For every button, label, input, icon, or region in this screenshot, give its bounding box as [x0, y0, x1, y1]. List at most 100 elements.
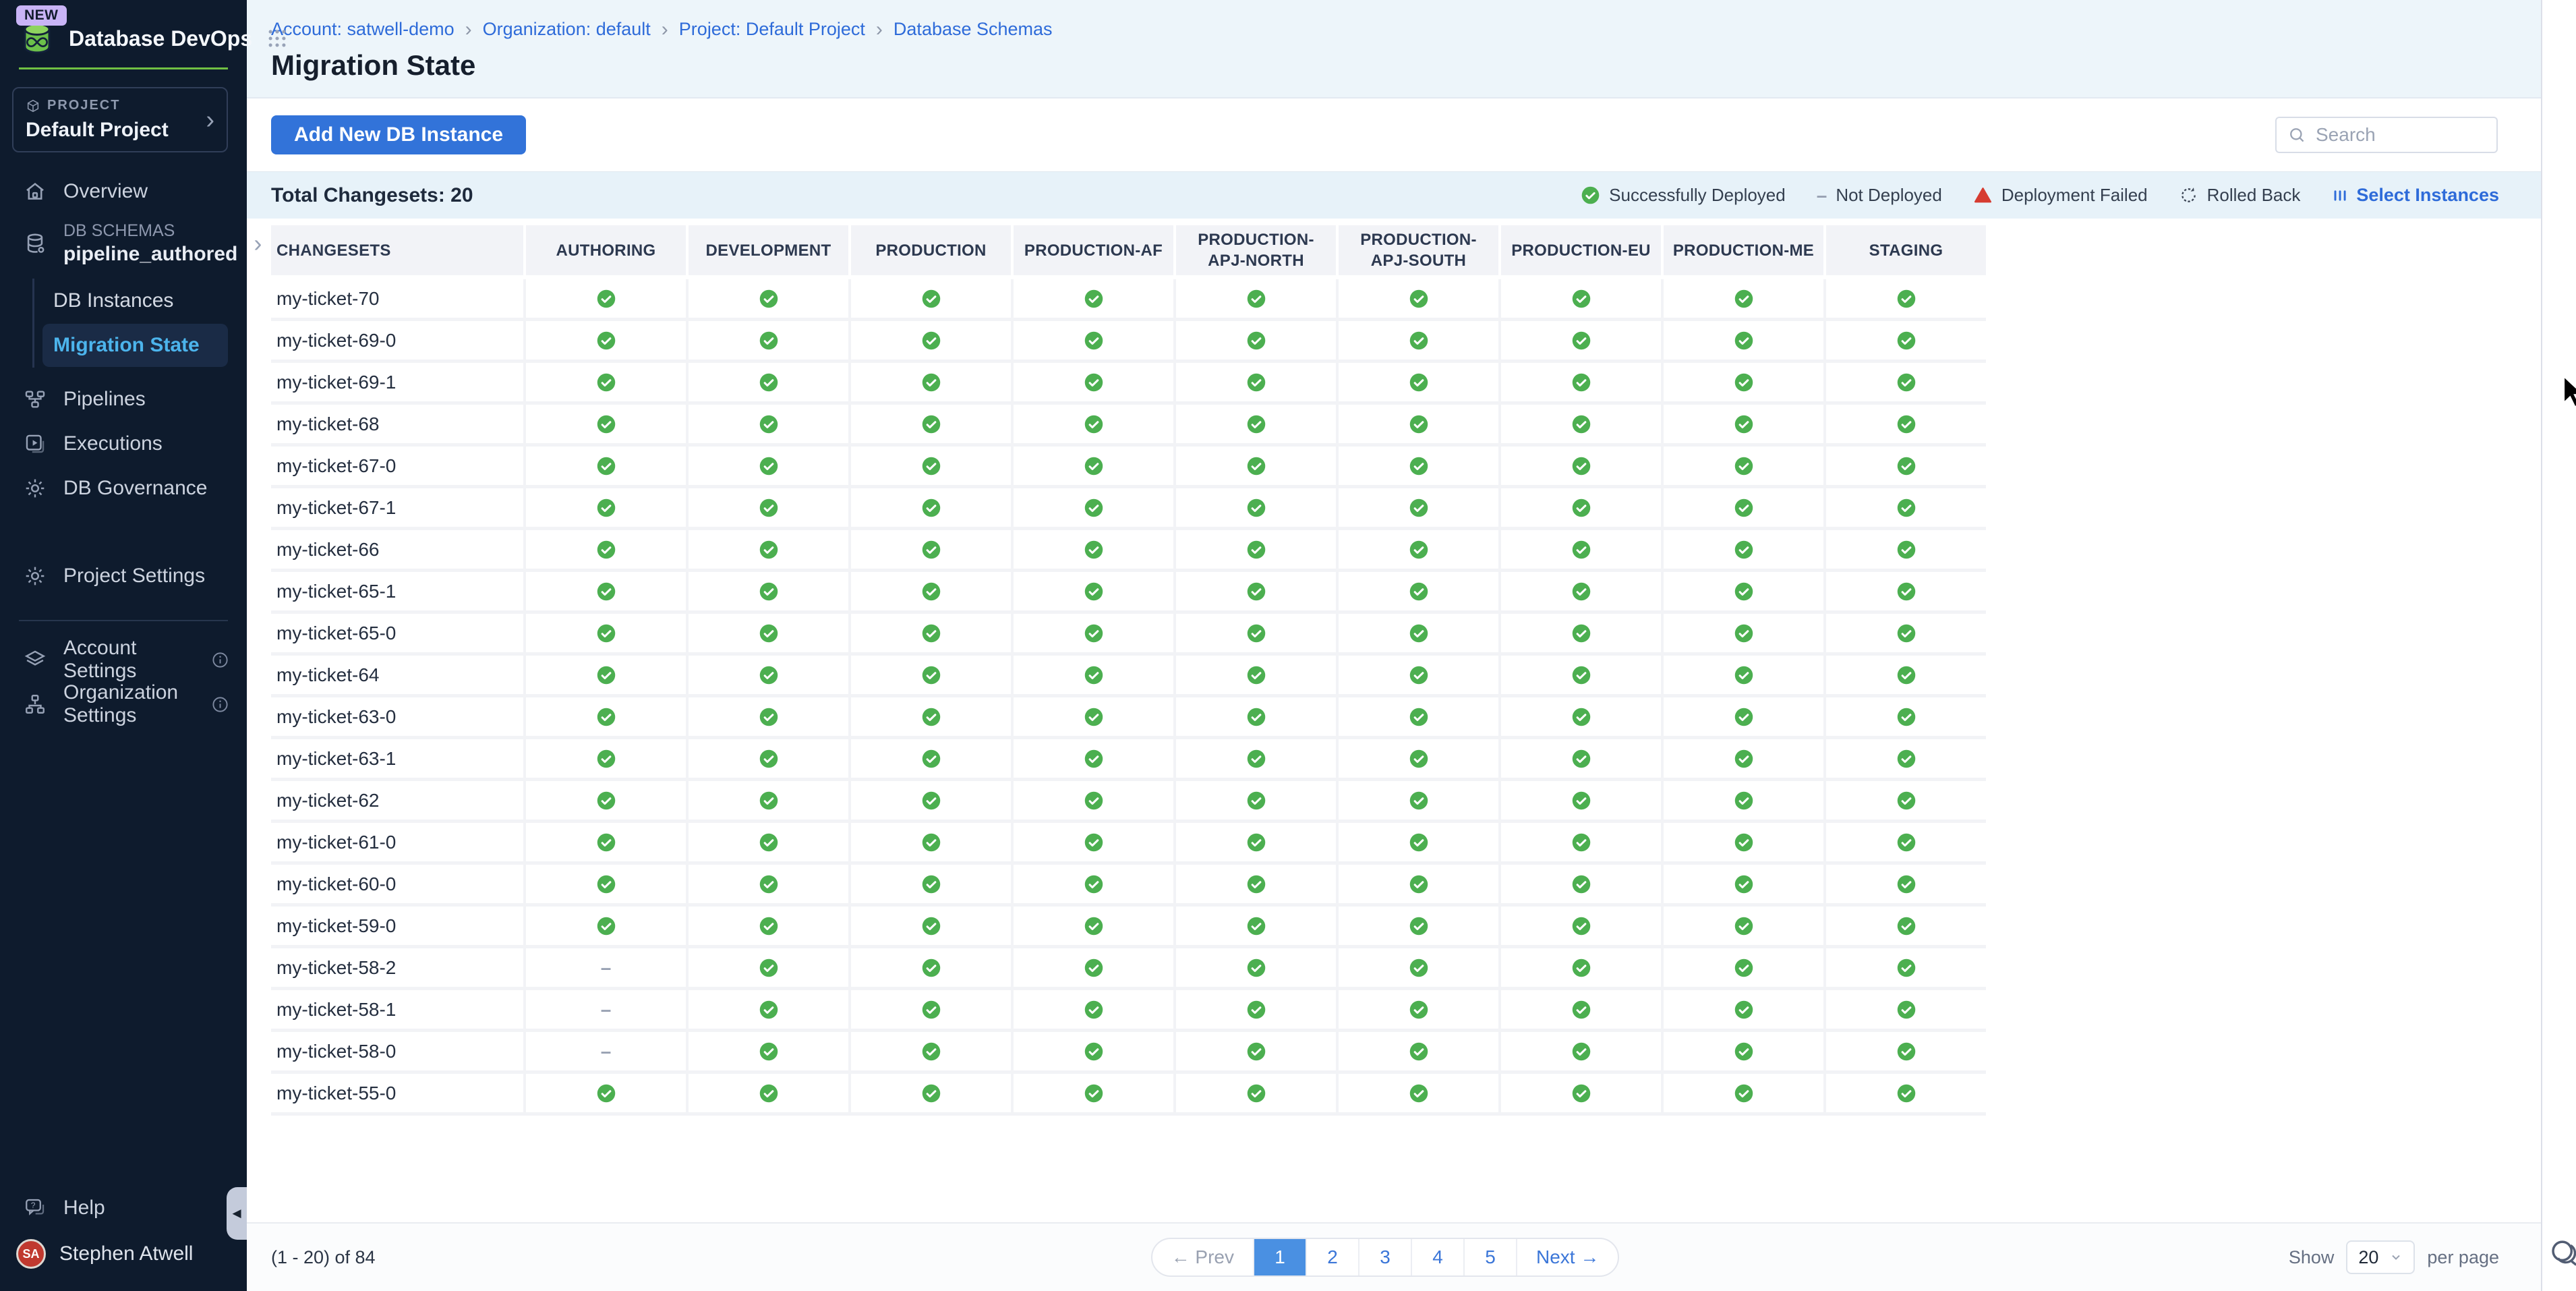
status-cell: [848, 739, 1011, 781]
nav-label: Project Settings: [63, 565, 205, 587]
status-cell: [1011, 363, 1173, 405]
page-button-5[interactable]: 5: [1463, 1239, 1516, 1275]
sidebar-item-account-settings[interactable]: Account Settings: [0, 637, 247, 682]
sidebar-item-executions[interactable]: Executions: [0, 422, 247, 466]
page-button-3[interactable]: 3: [1358, 1239, 1411, 1275]
status-deployed-icon: [1734, 1083, 1754, 1103]
user-menu[interactable]: SA Stephen Atwell: [0, 1230, 247, 1278]
status-deployed-icon: [759, 1000, 779, 1020]
status-cell: [1661, 781, 1823, 823]
status-deployed-icon: [1246, 1083, 1266, 1103]
status-deployed-icon: [1734, 372, 1754, 393]
status-deployed-icon: [1084, 581, 1104, 602]
database-icon: [23, 232, 47, 255]
status-cell: [523, 279, 686, 321]
status-deployed-icon: [1571, 540, 1591, 560]
status-cell: [1498, 907, 1661, 948]
changeset-name: my-ticket-58-1: [271, 990, 523, 1032]
sidebar-item-db-instances[interactable]: DB Instances: [42, 279, 228, 322]
status-cell: [1011, 1032, 1173, 1074]
sidebar-item-migration-state[interactable]: Migration State: [42, 324, 228, 367]
status-deployed-icon: [1246, 456, 1266, 476]
status-cell: [1823, 321, 1986, 363]
status-cell: [1173, 907, 1336, 948]
project-selector[interactable]: PROJECT Default Project ›: [12, 87, 228, 152]
status-deployed-icon: [1896, 1000, 1916, 1020]
page-button-2[interactable]: 2: [1306, 1239, 1358, 1275]
sidebar-item-pipelines[interactable]: Pipelines: [0, 377, 247, 422]
status-cell: [523, 739, 686, 781]
status-deployed-icon: [1734, 623, 1754, 643]
status-cell: [848, 865, 1011, 907]
prev-page-button[interactable]: ← Prev: [1152, 1239, 1253, 1275]
status-deployed-icon: [1246, 832, 1266, 853]
sidebar-item-help[interactable]: ? Help: [0, 1186, 247, 1230]
changeset-name: my-ticket-69-0: [271, 321, 523, 363]
sidebar-item-project-settings[interactable]: Project Settings: [0, 554, 247, 598]
page-button-4[interactable]: 4: [1411, 1239, 1463, 1275]
status-cell: [523, 1074, 686, 1116]
status-cell: [686, 990, 848, 1032]
status-cell: [1011, 739, 1173, 781]
page-size-select[interactable]: 20: [2346, 1240, 2415, 1274]
sidebar-collapse-handle[interactable]: ◀: [227, 1187, 247, 1240]
search-input[interactable]: [2316, 124, 2486, 146]
support-chat-icon[interactable]: [2548, 1236, 2576, 1271]
rolled-back-icon: [2179, 185, 2198, 205]
status-deployed-icon: [1409, 1041, 1429, 1062]
status-cell: [686, 614, 848, 656]
sidebar-item-db-governance[interactable]: DB Governance: [0, 466, 247, 511]
breadcrumb-link[interactable]: Account: satwell-demo: [271, 19, 455, 40]
status-cell: [1011, 781, 1173, 823]
status-deployed-icon: [1734, 1000, 1754, 1020]
status-cell: [523, 823, 686, 865]
migration-table: CHANGESETSAUTHORINGDEVELOPMENTPRODUCTION…: [271, 225, 1986, 1116]
status-cell: –: [523, 948, 686, 990]
page-button-1[interactable]: 1: [1253, 1239, 1306, 1275]
status-legend: Successfully Deployed–Not DeployedDeploy…: [1581, 185, 2300, 206]
info-icon[interactable]: [211, 651, 229, 669]
status-deployed-icon: [1896, 1041, 1916, 1062]
next-page-button[interactable]: Next →: [1516, 1239, 1618, 1275]
status-deployed-icon: [1084, 414, 1104, 434]
deployment-failed-icon: [1973, 185, 1993, 205]
sidebar-item-db-schemas[interactable]: DB SCHEMAS pipeline_authored ›: [0, 214, 247, 273]
status-deployed-icon: [596, 456, 616, 476]
status-cell: [686, 739, 848, 781]
status-deployed-icon: [1409, 916, 1429, 936]
status-cell: [1011, 823, 1173, 865]
select-instances-button[interactable]: Select Instances: [2331, 185, 2499, 206]
legend-label: Deployment Failed: [2001, 185, 2148, 206]
status-cell: [523, 865, 686, 907]
breadcrumb-link[interactable]: Project: Default Project: [679, 19, 865, 40]
breadcrumb-separator: ›: [876, 20, 883, 40]
status-cell: [1498, 781, 1661, 823]
breadcrumb-link[interactable]: Database Schemas: [894, 19, 1053, 40]
status-cell: [848, 530, 1011, 572]
status-cell: [1498, 823, 1661, 865]
status-cell: [1661, 572, 1823, 614]
add-db-instance-button[interactable]: Add New DB Instance: [271, 115, 526, 154]
status-cell: [1336, 990, 1498, 1032]
sidebar-item-overview[interactable]: Overview: [0, 169, 247, 214]
apps-grid-icon[interactable]: [266, 27, 289, 50]
home-icon: [23, 180, 47, 203]
new-badge: NEW: [16, 5, 67, 26]
status-deployed-icon: [1409, 331, 1429, 351]
status-cell: [1336, 488, 1498, 530]
nav-label: Migration State: [53, 334, 200, 357]
status-deployed-icon: [1409, 665, 1429, 685]
table-row: my-ticket-63-1: [271, 739, 1986, 781]
status-cell: [1011, 907, 1173, 948]
sidebar-item-organization-settings[interactable]: Organization Settings: [0, 682, 247, 726]
info-icon[interactable]: [211, 695, 229, 714]
pagination: ← Prev 12345Next →: [1151, 1238, 1620, 1277]
changeset-name: my-ticket-58-0: [271, 1032, 523, 1074]
table-row: my-ticket-63-0: [271, 697, 1986, 739]
status-cell: [523, 614, 686, 656]
status-cell: [1011, 488, 1173, 530]
table-row: my-ticket-61-0: [271, 823, 1986, 865]
help-chat-icon: ?: [23, 1197, 47, 1220]
status-cell: [1173, 1074, 1336, 1116]
breadcrumb-link[interactable]: Organization: default: [483, 19, 651, 40]
